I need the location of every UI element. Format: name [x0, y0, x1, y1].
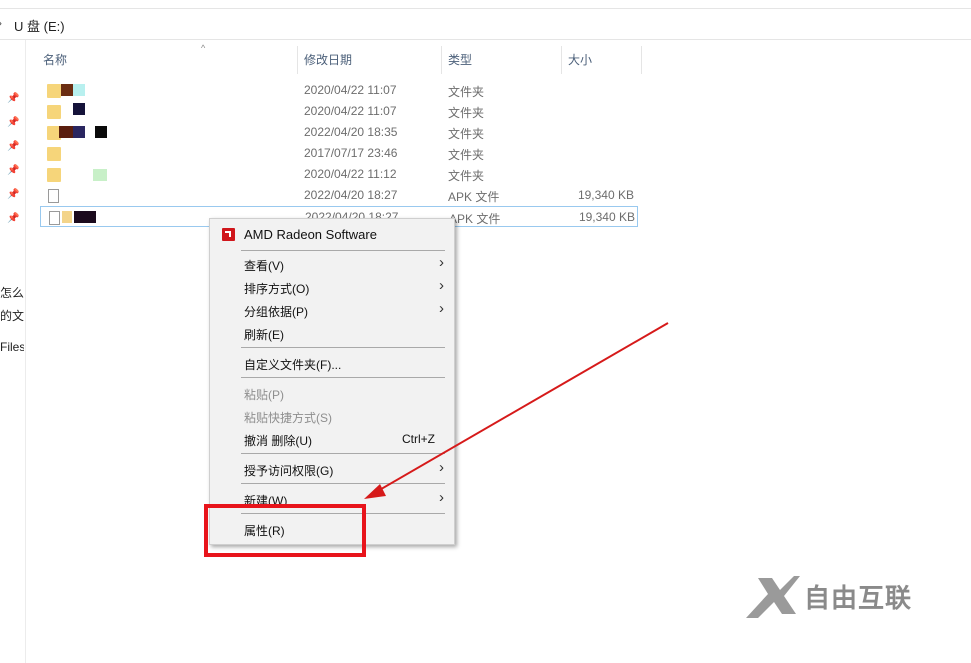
watermark-text: 自由互联 [804, 583, 913, 613]
x-logo-icon [746, 576, 800, 618]
watermark: 自由互联 [744, 572, 934, 620]
annotation-arrow-icon [364, 322, 669, 499]
arrow-line [375, 322, 669, 493]
arrow-head [364, 484, 386, 499]
